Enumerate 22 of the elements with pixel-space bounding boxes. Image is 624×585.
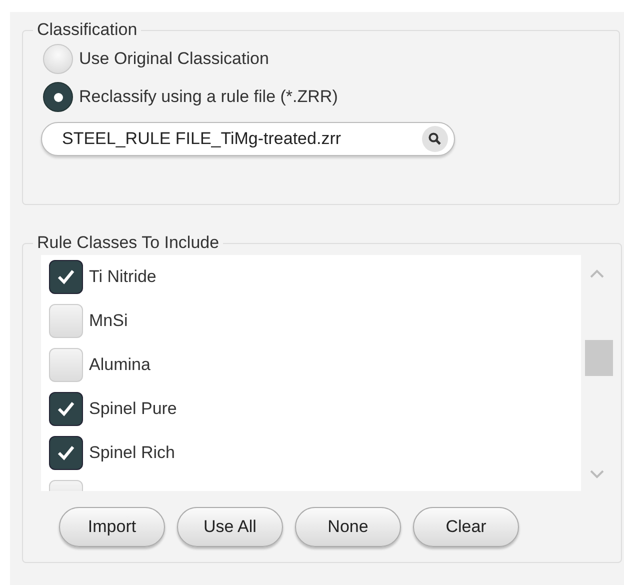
checkbox-label: MnSi bbox=[89, 311, 128, 331]
checkbox-label: Spinel Pure bbox=[89, 399, 177, 419]
radio-button[interactable] bbox=[43, 82, 73, 112]
checkbox[interactable] bbox=[49, 392, 83, 426]
scroll-thumb[interactable] bbox=[585, 340, 613, 376]
chevron-down-icon[interactable] bbox=[590, 470, 604, 479]
radio-label: Use Original Classication bbox=[79, 49, 269, 69]
action-button[interactable]: Use All bbox=[177, 507, 283, 547]
group-title: Classification bbox=[36, 20, 138, 40]
search-icon[interactable] bbox=[422, 126, 448, 152]
checkbox-label: Alumina bbox=[89, 355, 150, 375]
checkbox-label: Spinel Rich bbox=[89, 443, 175, 463]
action-button[interactable]: None bbox=[295, 507, 401, 547]
action-button[interactable]: Clear bbox=[413, 507, 519, 547]
group-title: Rule Classes To Include bbox=[36, 233, 220, 253]
checkbox[interactable] bbox=[49, 436, 83, 470]
file-field[interactable]: STEEL_RULE FILE_TiMg-treated.zrr bbox=[41, 122, 455, 156]
action-button[interactable]: Import bbox=[59, 507, 165, 547]
checkbox[interactable] bbox=[49, 260, 83, 294]
radio-label: Reclassify using a rule file (*.ZRR) bbox=[79, 87, 338, 107]
chevron-up-icon[interactable] bbox=[590, 269, 604, 278]
checkbox-label: Ti Nitride bbox=[89, 267, 156, 287]
